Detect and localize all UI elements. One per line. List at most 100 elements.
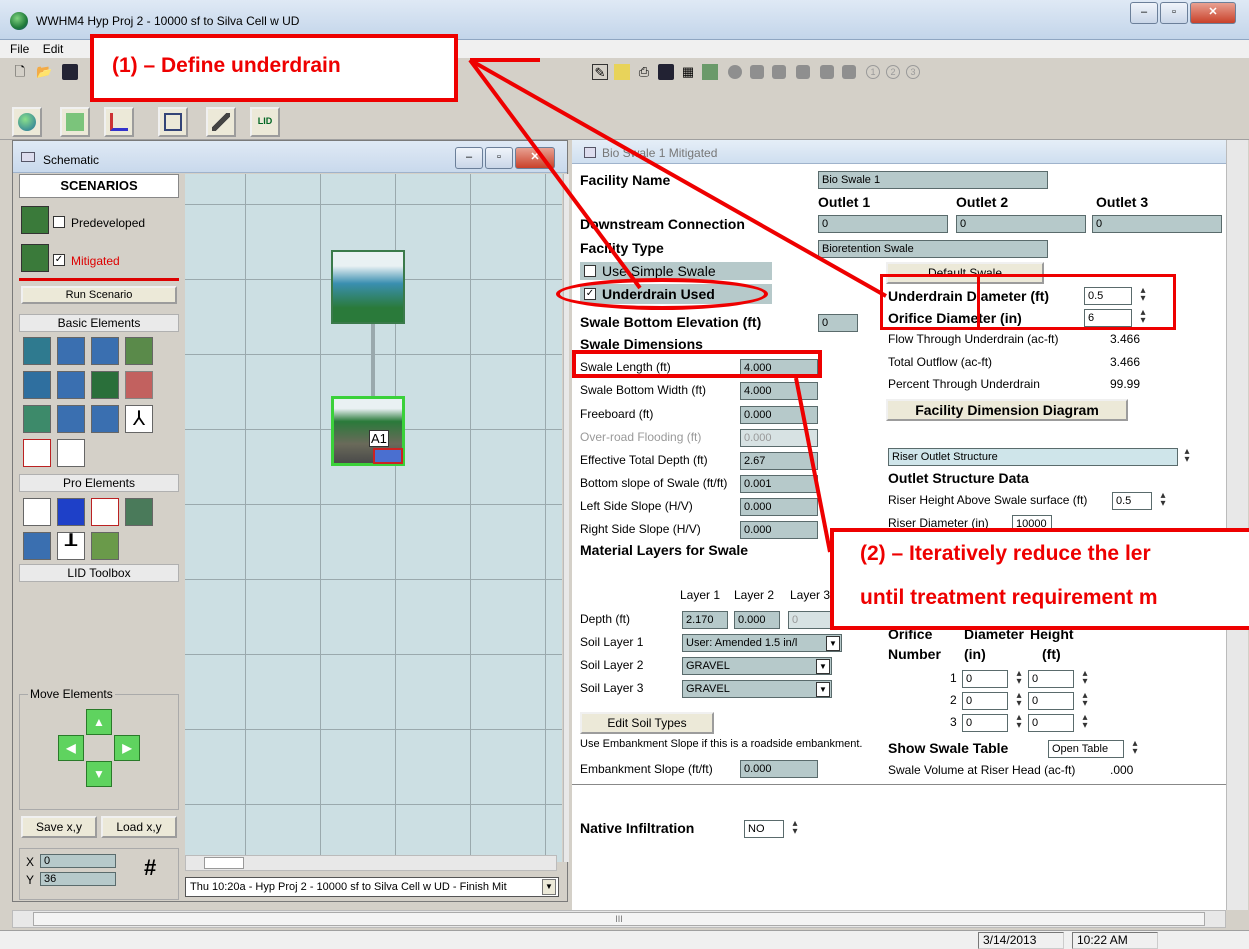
landuse-module-icon[interactable]: [60, 107, 90, 137]
use-simple-swale-checkbox[interactable]: [584, 265, 596, 277]
print-icon[interactable]: ⎙: [636, 64, 652, 80]
orifice-3-height-field[interactable]: 0: [1028, 714, 1074, 732]
roof-element-icon[interactable]: [91, 532, 119, 560]
tank-element-icon[interactable]: [57, 371, 85, 399]
swmm-element-icon[interactable]: [57, 498, 85, 526]
bioretention-icon[interactable]: [91, 371, 119, 399]
list-module-icon[interactable]: [158, 107, 188, 137]
channel-element-icon[interactable]: [23, 371, 51, 399]
dropdown-arrow-icon[interactable]: ▼: [542, 879, 556, 895]
predeveloped-scenario-icon[interactable]: [21, 206, 49, 234]
table-icon[interactable]: ▦: [680, 64, 696, 80]
open-table-spinner[interactable]: ▴ ▾: [1128, 739, 1142, 758]
downstream-outlet2-field[interactable]: 0: [956, 215, 1086, 233]
mitigated-checkbox[interactable]: ✓: [53, 254, 65, 266]
mitigated-scenario-icon[interactable]: [21, 244, 49, 272]
bottom-slope-field[interactable]: 0.001: [740, 475, 818, 493]
menu-file[interactable]: File: [10, 42, 29, 56]
junction-element-icon[interactable]: ⅄: [125, 405, 153, 433]
native-infiltration-spinner[interactable]: ▴ ▾: [788, 819, 802, 838]
chart-module-icon[interactable]: [104, 107, 134, 137]
load-xy-button[interactable]: Load x,y: [101, 816, 177, 838]
predeveloped-checkbox[interactable]: [53, 216, 65, 228]
pipe-element-icon[interactable]: [23, 498, 51, 526]
graph-icon[interactable]: [702, 64, 718, 80]
soil-layer2-select[interactable]: GRAVEL: [682, 657, 832, 675]
soil-layer3-arrow-icon[interactable]: ▼: [816, 682, 830, 697]
run-scenario-button[interactable]: Run Scenario: [21, 286, 177, 304]
cell-element-icon[interactable]: [125, 498, 153, 526]
canvas-horizontal-scrollbar[interactable]: [185, 855, 557, 871]
sub-basin-element-icon[interactable]: [91, 498, 119, 526]
lid-module-icon[interactable]: LID: [250, 107, 280, 137]
maximize-button[interactable]: ▫: [1160, 2, 1188, 24]
new-file-icon[interactable]: 🗋: [12, 64, 28, 80]
menu-edit[interactable]: Edit: [43, 42, 64, 56]
depth-layer2-field[interactable]: 0.000: [734, 611, 780, 629]
schematic-canvas[interactable]: A1: [185, 174, 562, 862]
riser-outlet-structure-select[interactable]: Riser Outlet Structure: [888, 448, 1178, 466]
save-xy-button[interactable]: Save x,y: [21, 816, 97, 838]
orifice-3-height-spinner[interactable]: ▴ ▾: [1078, 713, 1092, 732]
orifice-2-height-spinner[interactable]: ▴ ▾: [1078, 691, 1092, 710]
facility-dimension-diagram-button[interactable]: Facility Dimension Diagram: [886, 399, 1128, 421]
move-up-icon[interactable]: ▲: [86, 709, 112, 735]
riser-height-spinner[interactable]: ▴ ▾: [1156, 491, 1170, 510]
pond-element-icon[interactable]: [57, 405, 85, 433]
globe-module-icon[interactable]: [12, 107, 42, 137]
schematic-close-button[interactable]: ✕: [515, 147, 555, 169]
orifice-2-diameter-spinner[interactable]: ▴ ▾: [1012, 691, 1026, 710]
orifice-3-diameter-spinner[interactable]: ▴ ▾: [1012, 713, 1026, 732]
riser-height-field[interactable]: 0.5: [1112, 492, 1152, 510]
orifice-2-diameter-field[interactable]: 0: [962, 692, 1008, 710]
facility-type-field[interactable]: Bioretention Swale: [818, 240, 1048, 258]
effective-total-depth-field[interactable]: 2.67: [740, 452, 818, 470]
schematic-minimize-button[interactable]: –: [455, 147, 483, 169]
orifice-3-diameter-field[interactable]: 0: [962, 714, 1008, 732]
flow-splitter-icon[interactable]: [125, 371, 153, 399]
swale-bottom-elevation-field[interactable]: 0: [818, 314, 858, 332]
tools-module-icon[interactable]: [206, 107, 236, 137]
riser-outlet-spinner[interactable]: ▴ ▾: [1180, 447, 1194, 466]
open-table-select[interactable]: Open Table: [1048, 740, 1124, 758]
edit-icon[interactable]: ✎: [592, 64, 608, 80]
horizontal-scroll-thumb[interactable]: [204, 857, 244, 869]
orifice-1-height-spinner[interactable]: ▴ ▾: [1078, 669, 1092, 688]
downstream-outlet1-field[interactable]: 0: [818, 215, 948, 233]
downstream-outlet3-field[interactable]: 0: [1092, 215, 1222, 233]
soil-layer1-select[interactable]: User: Amended 1.5 in/l: [682, 634, 842, 652]
facility-vertical-scrollbar[interactable]: [1226, 140, 1248, 910]
save-disk-icon[interactable]: [62, 64, 78, 80]
save-icon[interactable]: [658, 64, 674, 80]
swale-bottom-width-field[interactable]: 4.000: [740, 382, 818, 400]
trapezoid-pond-icon[interactable]: [57, 337, 85, 365]
freeboard-field[interactable]: 0.000: [740, 406, 818, 424]
orifice-1-diameter-field[interactable]: 0: [962, 670, 1008, 688]
tee-element-icon[interactable]: ┸: [57, 532, 85, 560]
move-down-icon[interactable]: ▼: [86, 761, 112, 787]
wetland-element-icon[interactable]: [91, 405, 119, 433]
irrigation-element-icon[interactable]: [23, 532, 51, 560]
basin-node-icon[interactable]: [331, 250, 405, 324]
point-element-icon[interactable]: [57, 439, 85, 467]
minimize-button[interactable]: –: [1130, 2, 1158, 24]
move-left-icon[interactable]: ◀: [58, 735, 84, 761]
orifice-1-height-field[interactable]: 0: [1028, 670, 1074, 688]
depth-layer1-field[interactable]: 2.170: [682, 611, 728, 629]
facility-name-field[interactable]: Bio Swale 1: [818, 171, 1048, 189]
basin-element-icon[interactable]: [23, 337, 51, 365]
grid-toggle-icon[interactable]: #: [144, 855, 156, 881]
report-icon[interactable]: [614, 64, 630, 80]
schematic-maximize-button[interactable]: ▫: [485, 147, 513, 169]
scenario-status-dropdown[interactable]: Thu 10:20a - Hyp Proj 2 - 10000 sf to Si…: [185, 877, 559, 897]
soil-layer2-arrow-icon[interactable]: ▼: [816, 659, 830, 674]
right-side-slope-field[interactable]: 0.000: [740, 521, 818, 539]
left-side-slope-field[interactable]: 0.000: [740, 498, 818, 516]
embankment-slope-field[interactable]: 0.000: [740, 760, 818, 778]
swale-element-icon[interactable]: [23, 405, 51, 433]
orifice-2-height-field[interactable]: 0: [1028, 692, 1074, 710]
close-button[interactable]: ✕: [1190, 2, 1236, 24]
native-infiltration-field[interactable]: NO: [744, 820, 784, 838]
soil-layer3-select[interactable]: GRAVEL: [682, 680, 832, 698]
y-coordinate-field[interactable]: 36: [40, 872, 116, 886]
